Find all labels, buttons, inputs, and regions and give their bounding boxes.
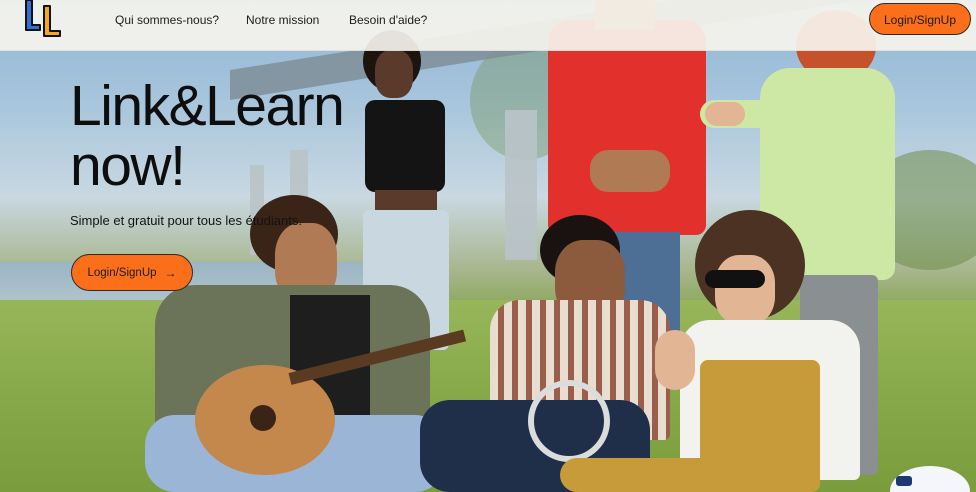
link-and-learn-logo[interactable] [22,0,66,40]
headline-line-2: now! [70,134,186,198]
headline-line-1: Link&Learn [70,74,345,138]
logo-mark-icon [25,0,61,37]
hero-headline: Link&Learn now! [70,76,390,196]
nav-link-about[interactable]: Qui sommes-nous? [115,13,219,27]
arrow-right-icon: → [164,265,177,280]
nav-link-mission[interactable]: Notre mission [246,13,319,27]
cta-label: Login/SignUp [87,266,157,279]
top-navbar: Qui sommes-nous? Notre mission Besoin d'… [0,0,976,51]
nav-link-help[interactable]: Besoin d'aide? [349,13,427,27]
nav-login-signup-button[interactable]: Login/SignUp [869,3,971,35]
hero-login-signup-button[interactable]: Login/SignUp → [71,254,193,291]
hero-subtitle: Simple et gratuit pour tous les étudiant… [70,213,302,228]
